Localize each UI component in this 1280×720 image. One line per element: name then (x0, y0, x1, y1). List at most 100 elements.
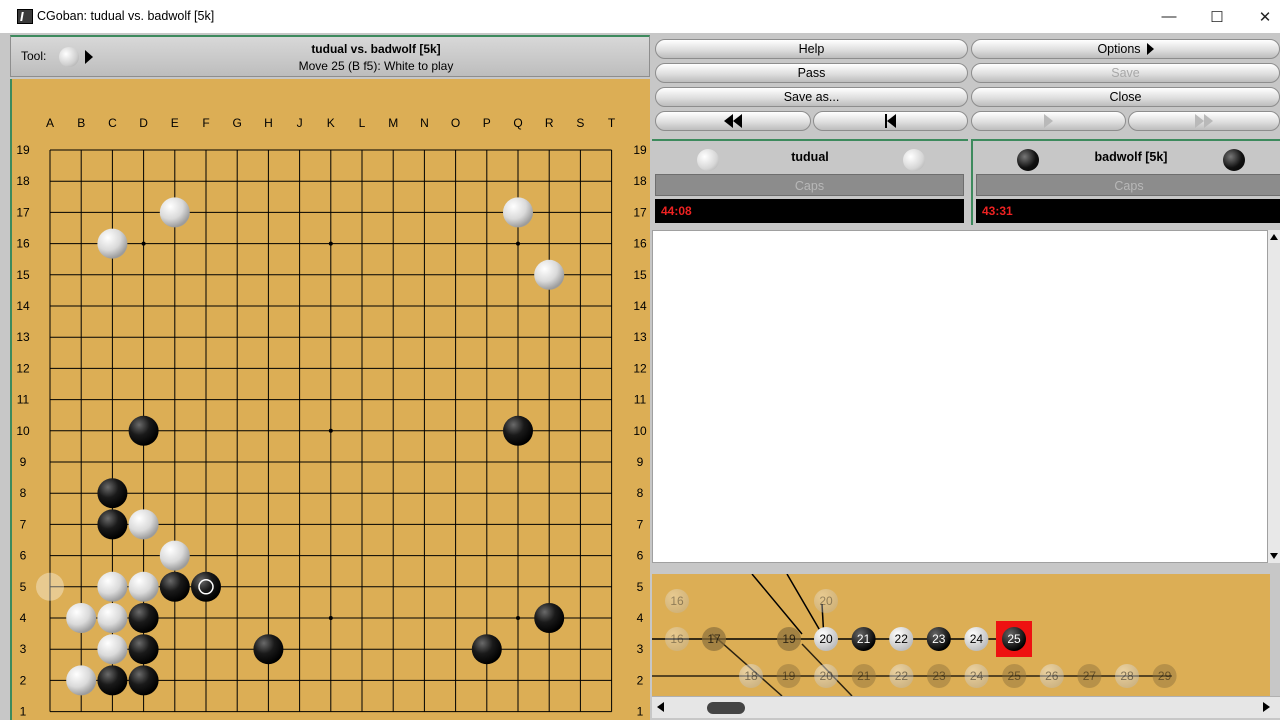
black-stone[interactable] (128, 603, 159, 633)
game-window: Tool: tudual vs. badwolf [5k] Move 25 (B… (0, 33, 1280, 720)
save-button[interactable]: Save (971, 63, 1280, 83)
black-stone[interactable] (191, 571, 221, 602)
black-stone[interactable] (159, 571, 190, 602)
white-stone-tool-icon[interactable] (59, 47, 79, 67)
row-label-left: 12 (16, 361, 30, 375)
column-label-top: L (359, 116, 366, 130)
black-stone[interactable] (97, 478, 128, 509)
black-stone[interactable] (128, 665, 159, 696)
tree-node-label: 23 (932, 632, 946, 646)
white-stone[interactable] (66, 665, 97, 696)
row-label-left: 9 (20, 455, 27, 469)
row-label-right: 13 (633, 330, 647, 344)
hoshi-point (328, 428, 333, 433)
white-stone[interactable] (97, 571, 128, 602)
tree-node-variation-label: 24 (970, 669, 984, 683)
row-label-right: 6 (637, 549, 644, 563)
tree-node-label: 24 (970, 632, 984, 646)
row-label-right: 11 (634, 393, 647, 407)
white-stone[interactable] (159, 540, 190, 571)
white-captures-stone-icon (903, 149, 925, 171)
tool-menu-arrow-icon[interactable] (85, 50, 93, 64)
scroll-left-icon[interactable] (657, 702, 664, 712)
row-label-right: 3 (637, 642, 644, 656)
step-back-button[interactable] (813, 111, 968, 131)
go-board[interactable]: AABBCCDDEEFFGGHHJJKKLLMMNNOOPPQQRRSSTT19… (10, 79, 650, 720)
step-back-icon (887, 114, 896, 128)
column-label-top: E (171, 116, 179, 130)
black-stone[interactable] (503, 415, 533, 446)
row-label-right: 1 (637, 705, 644, 719)
column-label-top: N (420, 116, 429, 130)
game-tree-canvas[interactable]: 16 20 16 17 19 20 21 22 23 24 25 18 19 20 21 22 23 24 25 26… (652, 574, 1270, 696)
scroll-right-icon[interactable] (1263, 702, 1270, 712)
scroll-up-icon[interactable] (1270, 234, 1278, 240)
black-stone[interactable] (128, 415, 159, 446)
white-stone[interactable] (503, 197, 533, 228)
tree-node-faded-label: 17 (707, 632, 721, 646)
tree-scrollbar[interactable] (652, 696, 1280, 718)
row-label-left: 3 (20, 642, 27, 656)
step-forward-button[interactable] (971, 111, 1126, 131)
column-label-top: H (264, 116, 273, 130)
row-label-left: 4 (20, 611, 27, 625)
column-label-top: G (233, 116, 242, 130)
row-label-left: 18 (16, 174, 30, 188)
close-window-button[interactable]: ✕ (1242, 0, 1280, 33)
chat-area[interactable] (652, 230, 1268, 563)
row-label-right: 8 (637, 486, 644, 500)
white-stone[interactable] (97, 228, 128, 259)
white-stone[interactable] (159, 197, 190, 228)
white-stone[interactable] (128, 509, 159, 540)
column-label-top: D (139, 116, 148, 130)
black-stone[interactable] (253, 634, 284, 665)
row-label-left: 13 (16, 330, 30, 344)
column-label-top: R (545, 116, 554, 130)
row-label-left: 10 (16, 424, 30, 438)
fast-forward-icon (1195, 114, 1204, 128)
black-caps: Caps (976, 174, 1280, 196)
column-label-top: B (77, 116, 85, 130)
column-label-top: O (451, 116, 460, 130)
help-button[interactable]: Help (655, 39, 968, 59)
maximize-button[interactable]: ☐ (1194, 0, 1240, 33)
row-label-right: 4 (637, 611, 644, 625)
tree-node-faded-label: 20 (819, 594, 833, 608)
pass-button[interactable]: Pass (655, 63, 968, 83)
close-game-button[interactable]: Close (971, 87, 1280, 107)
hoshi-point (516, 616, 520, 620)
white-player-panel: tudual Caps 44:08 (652, 139, 968, 225)
white-stone[interactable] (66, 603, 97, 633)
black-stone[interactable] (97, 509, 128, 540)
black-stone[interactable] (128, 634, 159, 665)
tree-node-label: 25 (1007, 632, 1021, 646)
white-stone[interactable] (97, 634, 128, 665)
save-as-button[interactable]: Save as... (655, 87, 968, 107)
black-stone[interactable] (97, 665, 128, 696)
row-label-right: 9 (637, 455, 644, 469)
board-canvas[interactable]: AABBCCDDEEFFGGHHJJKKLLMMNNOOPPQQRRSSTT19… (12, 79, 650, 720)
scroll-down-icon[interactable] (1270, 553, 1278, 559)
tree-node-label: 21 (857, 632, 871, 646)
white-caps: Caps (655, 174, 964, 196)
black-stone[interactable] (534, 603, 565, 633)
tree-node-faded-label: 19 (782, 632, 796, 646)
row-label-left: 5 (20, 580, 27, 594)
row-label-right: 19 (633, 143, 647, 157)
column-label-top: T (608, 116, 616, 130)
rewind-start-button[interactable] (655, 111, 811, 131)
black-player-panel: badwolf [5k] Caps 43:31 (971, 139, 1280, 225)
help-label: Help (798, 42, 825, 56)
minimize-button[interactable]: — (1146, 0, 1192, 33)
tree-scroll-thumb[interactable] (707, 702, 745, 714)
black-stone[interactable] (471, 634, 502, 665)
options-button[interactable]: Options (971, 39, 1280, 59)
game-tree[interactable]: 16 20 16 17 19 20 21 22 23 24 25 18 19 20 21 22 23 24 25 26… (652, 574, 1270, 696)
row-label-right: 14 (633, 299, 647, 313)
chat-scrollbar[interactable] (1268, 230, 1280, 563)
options-label: Options (1097, 42, 1141, 56)
forward-end-button[interactable] (1128, 111, 1280, 131)
white-stone[interactable] (534, 259, 565, 290)
white-stone[interactable] (128, 571, 159, 602)
white-stone[interactable] (97, 603, 128, 633)
